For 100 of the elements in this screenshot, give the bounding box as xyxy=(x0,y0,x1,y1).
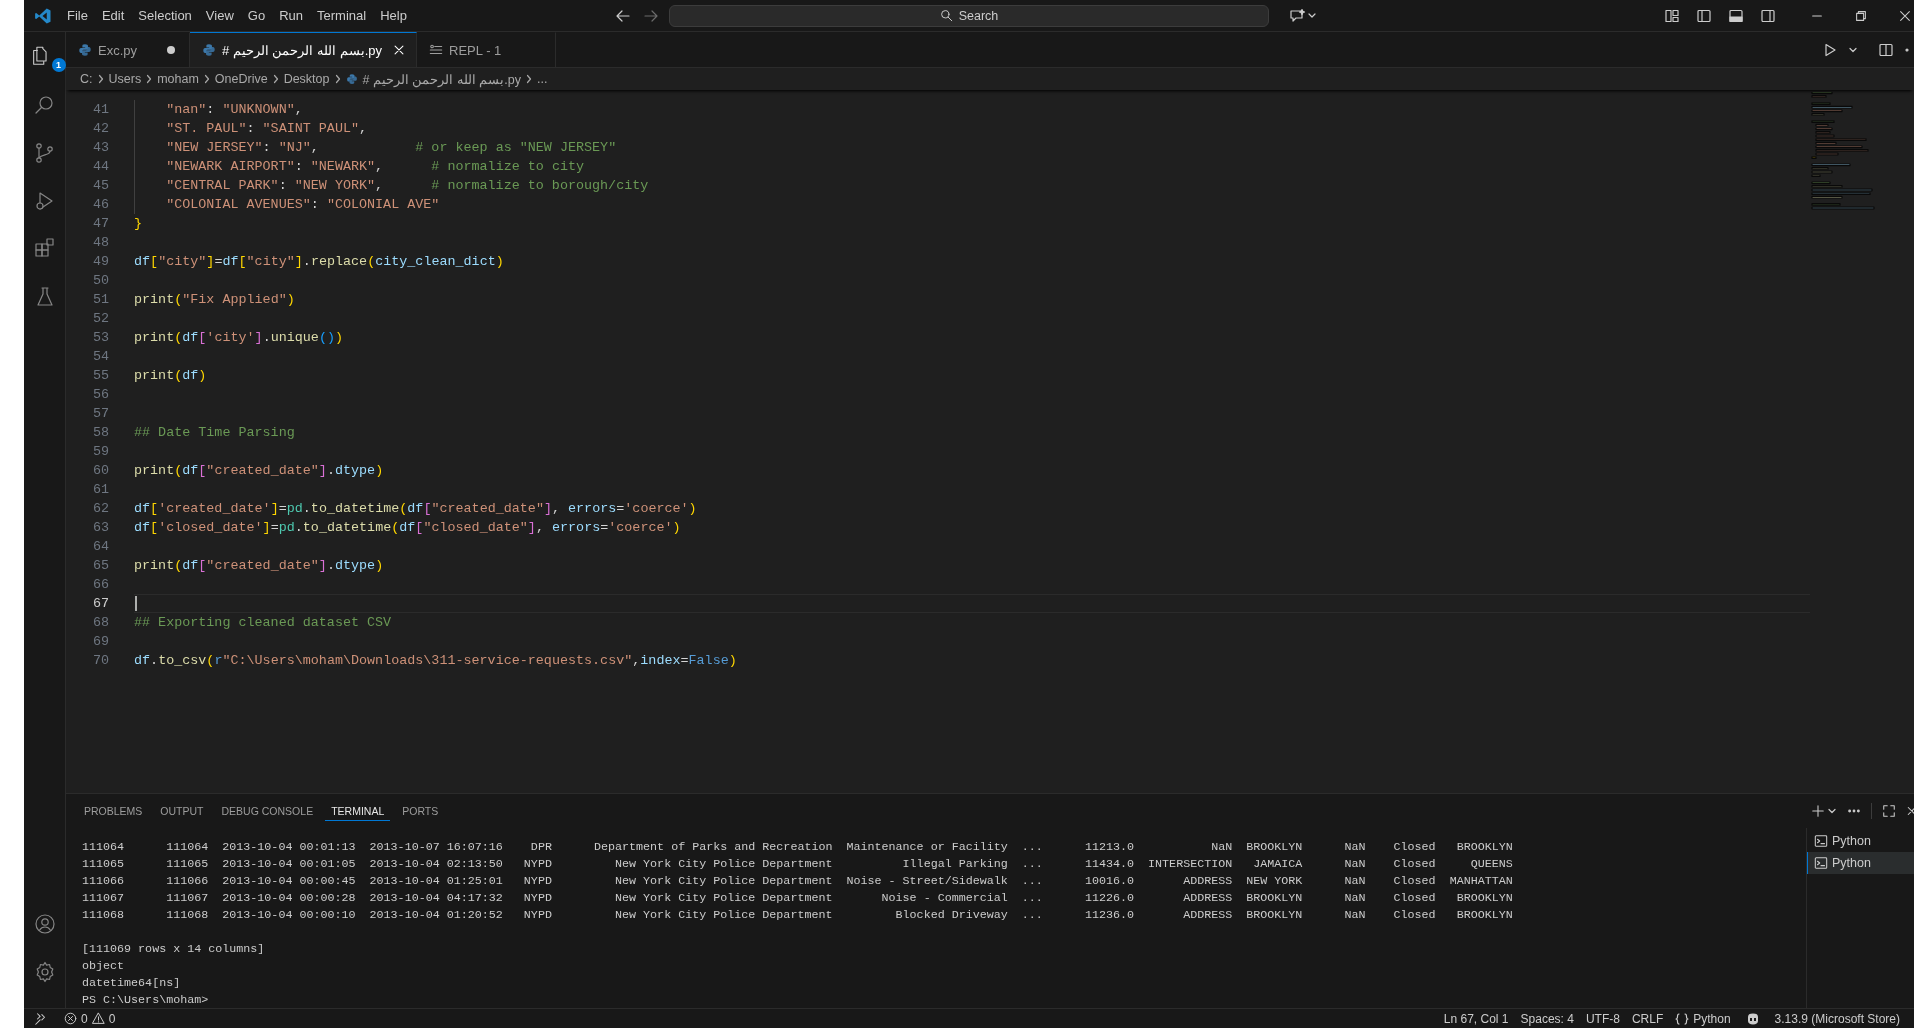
line-number: 67 xyxy=(91,596,109,611)
code-line: "COLONIAL AVENUES": "COLONIAL AVE" xyxy=(165,197,440,212)
terminal-list-item[interactable]: Python xyxy=(1807,852,1914,874)
chat-sparkle-icon[interactable] xyxy=(1289,7,1317,24)
line-number: 46 xyxy=(91,197,109,212)
panel-tab[interactable]: PORTS xyxy=(396,801,445,821)
status-item[interactable]: CRLF xyxy=(1625,1009,1670,1028)
code-line: "CENTRAL PARK": "NEW YORK", # normalize to borough/city xyxy=(165,178,649,193)
line-number: 70 xyxy=(91,653,109,668)
code-line: "nan": "UNKNOWN", xyxy=(165,102,303,117)
status-item[interactable]: UTF-8 xyxy=(1579,1009,1626,1028)
breadcrumb-item[interactable]: # بسم الله الرحمن الرحيم.py xyxy=(362,71,522,87)
language-mode-button[interactable]: Python xyxy=(1669,1009,1737,1028)
line-number: 50 xyxy=(91,273,109,288)
terminal-line: datetime64[ns] xyxy=(82,975,182,992)
chevron-down-icon[interactable] xyxy=(1827,806,1837,816)
app-logo-icon xyxy=(34,6,52,25)
left-sidebar-icon[interactable] xyxy=(1696,7,1712,24)
chevron-right-icon xyxy=(525,74,534,84)
breadcrumb-item[interactable]: OneDrive xyxy=(214,72,268,86)
line-number: 45 xyxy=(91,178,109,193)
status-item[interactable]: 3.13.9 (Microsoft Store) xyxy=(1768,1009,1906,1028)
split-editor-icon[interactable] xyxy=(1878,41,1894,58)
breadcrumb-item[interactable]: C: xyxy=(80,72,93,86)
line-number: 60 xyxy=(91,463,109,478)
code-line: print(df) xyxy=(134,368,207,383)
line-number: 58 xyxy=(91,425,109,440)
menu-item[interactable]: Terminal xyxy=(310,5,374,26)
file-type-icon xyxy=(345,73,358,85)
braces-icon xyxy=(1675,1012,1690,1025)
menu-item[interactable]: Edit xyxy=(94,5,132,26)
code-line: df["city"]=df["city"].replace(city_clean_dict) xyxy=(134,254,504,269)
breadcrumb-item[interactable]: moham xyxy=(157,72,199,86)
plus-icon[interactable] xyxy=(1811,804,1825,818)
line-number: 41 xyxy=(91,102,109,117)
editor-tab[interactable]: # بسم الله الرحمن الرحيم.py xyxy=(190,32,418,67)
line-number: 47 xyxy=(91,216,109,231)
code-line: } xyxy=(134,216,143,231)
line-number: 52 xyxy=(91,311,109,326)
lines-icon xyxy=(429,43,444,57)
problems-button[interactable]: 0 0 xyxy=(58,1009,122,1028)
terminal-list-item[interactable]: Python xyxy=(1807,830,1914,852)
menu-item[interactable]: Go xyxy=(240,5,273,26)
line-number: 53 xyxy=(91,330,109,345)
panel-tab[interactable]: TERMINAL xyxy=(325,801,391,821)
line-number: 63 xyxy=(91,520,109,535)
line-number: 64 xyxy=(91,539,109,554)
terminal-line: 111066 111066 2013-10-04 00:00:45 2013-10-04 01:25:01 NYPD New York City Police Department Noise - Street/Sidewalk ... 10016.0 ADDRESS NEW YORK NaN Closed MANHATTAN xyxy=(82,873,1514,890)
restore-icon[interactable] xyxy=(1854,8,1868,23)
chevron-right-icon xyxy=(271,74,280,84)
menu-item[interactable]: View xyxy=(198,5,241,26)
notification-badge: 1 xyxy=(51,58,66,72)
menu-item[interactable]: Selection xyxy=(131,5,199,26)
panel-tab[interactable]: PROBLEMS xyxy=(78,801,149,821)
line-number: 59 xyxy=(91,444,109,459)
code-line: print("Fix Applied") xyxy=(134,292,295,307)
chevron-right-icon xyxy=(202,74,211,84)
play-icon[interactable] xyxy=(1822,41,1838,58)
terminal-line: [111069 rows x 14 columns] xyxy=(82,941,266,958)
line-number: 68 xyxy=(91,615,109,630)
breadcrumb-item[interactable]: Users xyxy=(108,72,142,86)
code-line: "ST. PAUL": "SAINT PAUL", xyxy=(165,121,368,136)
menu-item[interactable]: Help xyxy=(373,5,414,26)
remote-icon xyxy=(34,1011,48,1026)
menu-item[interactable]: Run xyxy=(272,5,310,26)
warning-icon xyxy=(91,1012,105,1025)
line-number: 65 xyxy=(91,558,109,573)
line-number: 42 xyxy=(91,121,109,136)
line-number: 55 xyxy=(91,368,109,383)
menu-item[interactable]: File xyxy=(60,5,95,26)
terminal-icon xyxy=(1814,834,1828,848)
file-type-icon xyxy=(78,43,92,57)
status-item[interactable]: Spaces: 4 xyxy=(1514,1009,1580,1028)
line-number: 57 xyxy=(91,406,109,421)
close-icon[interactable] xyxy=(1906,804,1914,818)
terminal-line: object xyxy=(82,958,126,975)
line-number: 43 xyxy=(91,140,109,155)
line-number: 49 xyxy=(91,254,109,269)
search-icon xyxy=(939,9,953,22)
panel-tab[interactable]: DEBUG CONSOLE xyxy=(215,801,320,821)
breadcrumb-item[interactable]: ... xyxy=(537,72,548,86)
error-icon xyxy=(64,1012,77,1025)
code-line: df['created_date']=pd.to_datetime(df["created_date"], errors='coerce') xyxy=(134,501,697,516)
code-line: df['closed_date']=pd.to_datetime(df["closed_date"], errors='coerce') xyxy=(134,520,681,535)
right-sidebar-icon[interactable] xyxy=(1760,7,1776,24)
terminal-icon xyxy=(1814,856,1828,870)
line-number: 54 xyxy=(91,349,109,364)
panel-tab[interactable]: OUTPUT xyxy=(154,801,210,821)
chevron-right-icon xyxy=(96,74,105,84)
search-field[interactable]: Search xyxy=(669,4,1269,27)
terminal-line: 111067 111067 2013-10-04 00:00:28 2013-10-04 04:17:32 NYPD New York City Police Department Noise - Commercial ... 11226.0 ADDRESS BROOKLYN NaN Closed BROOKLYN xyxy=(82,890,1514,907)
account-icon[interactable] xyxy=(32,912,57,936)
status-item[interactable]: Ln 67, Col 1 xyxy=(1437,1009,1515,1028)
terminal-line: PS C:\Users\moham> xyxy=(82,992,210,1008)
breadcrumb-item[interactable]: Desktop xyxy=(283,72,330,86)
bottom-panel-icon[interactable] xyxy=(1728,7,1744,24)
maximize-icon[interactable] xyxy=(1882,804,1896,818)
layout-grid-icon[interactable] xyxy=(1664,7,1680,24)
code-line: print(df["created_date"].dtype) xyxy=(134,558,384,573)
close-icon[interactable] xyxy=(1898,8,1912,23)
